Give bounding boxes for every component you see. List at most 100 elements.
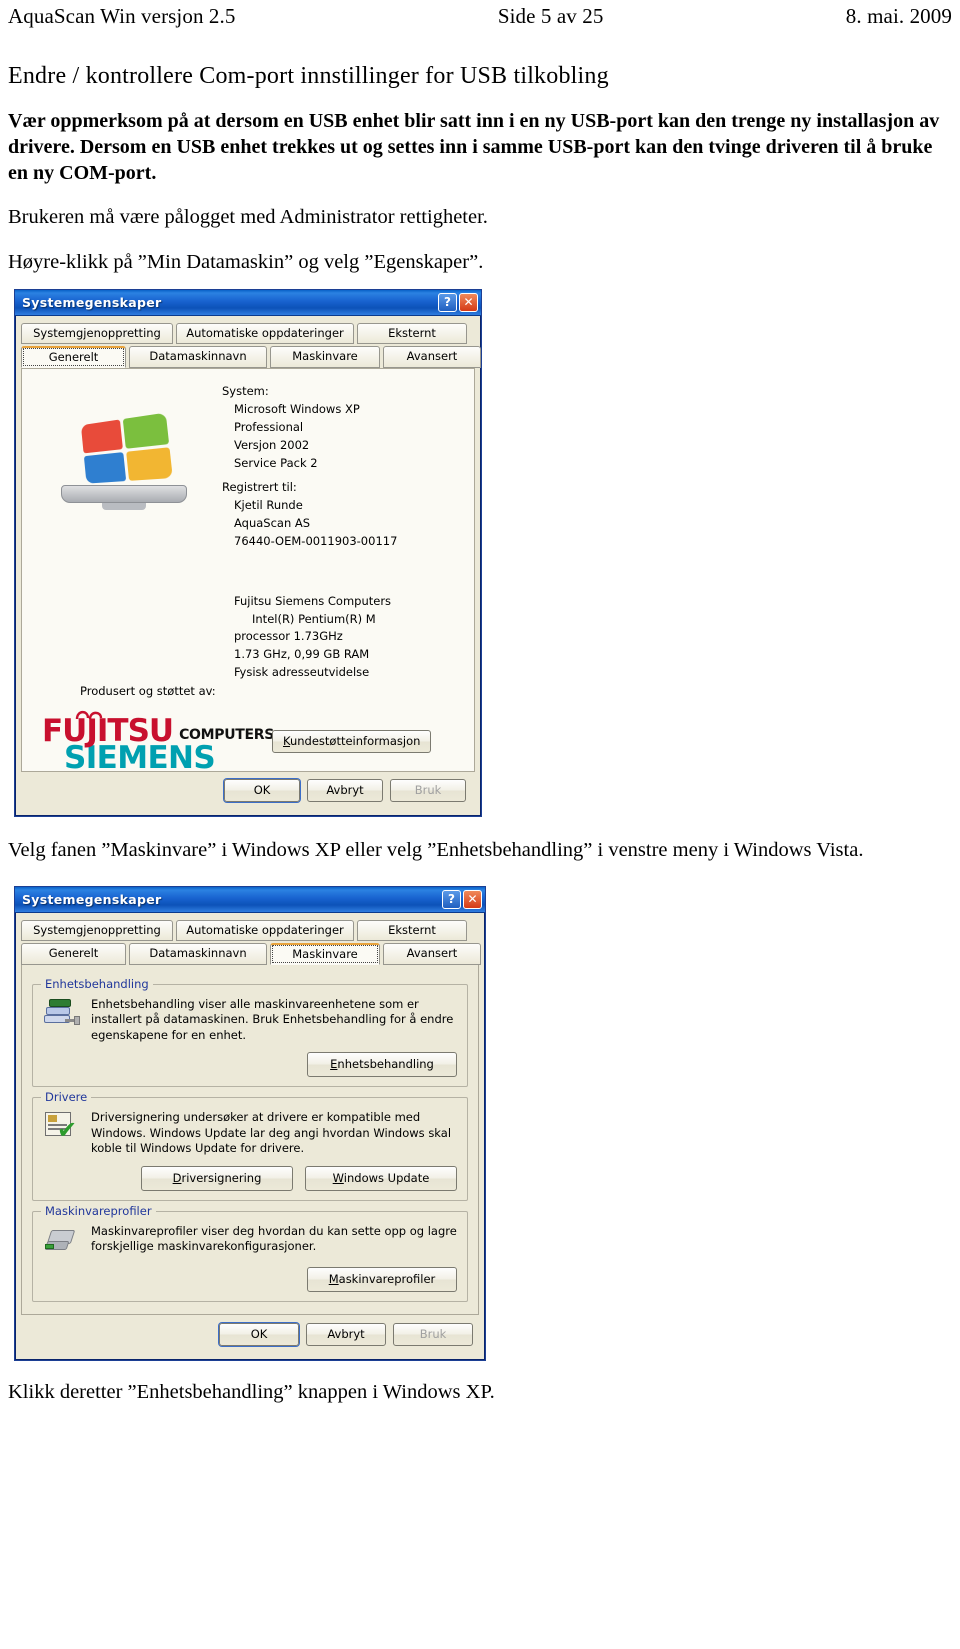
tab-generelt[interactable]: Generelt xyxy=(21,345,126,368)
windows-update-button[interactable]: Windows Update xyxy=(305,1165,457,1191)
dialog-general-client: Systemgjenoppretting Automatiske oppdate… xyxy=(15,316,481,816)
groupbox-drivere-buttons[interactable]: Driversignering Windows Update xyxy=(43,1165,457,1191)
fujitsu-row: FUJITSU COMPUTERS xyxy=(42,710,274,749)
page-title: Endre / kontrollere Com-port innstilling… xyxy=(8,63,609,89)
ok-button[interactable]: OK xyxy=(224,778,300,802)
tab-systemgjenoppretting[interactable]: Systemgjenoppretting xyxy=(21,322,173,344)
enhetsbehandling-button[interactable]: Enhetsbehandling xyxy=(307,1052,457,1078)
system-properties-hardware-dialog[interactable]: Systemegenskaper ? ✕ Systemgjenopprettin… xyxy=(14,885,486,1361)
dialog-general-footer[interactable]: OK Avbryt Bruk xyxy=(21,772,475,810)
groupbox-maskinvareprofiler-row: Maskinvareprofiler viser deg hvordan du … xyxy=(43,1224,457,1258)
dialog-hardware-window-buttons[interactable]: ? ✕ xyxy=(442,889,482,909)
registered-label: Registrert til: xyxy=(222,479,297,494)
apply-button: Bruk xyxy=(393,1322,473,1346)
system-line-3: Service Pack 2 xyxy=(234,455,318,470)
dialog-general-tabs-row2[interactable]: Generelt Datamaskinnavn Maskinvare Avans… xyxy=(21,345,481,368)
apply-button: Bruk xyxy=(390,778,466,802)
groupbox-enhetsbehandling: Enhetsbehandling Enhetsbehandling viser … xyxy=(32,976,468,1088)
support-button-label-rest: undestøtteinformasjon xyxy=(289,733,421,748)
registered-line-1: AquaScan AS xyxy=(234,516,311,531)
groupbox-maskinvareprofiler-buttons[interactable]: Maskinvareprofiler xyxy=(43,1266,457,1292)
enhetsbehandling-button-label-rest: nhetsbehandling xyxy=(337,1057,434,1072)
tab-generelt[interactable]: Generelt xyxy=(21,942,126,965)
close-icon[interactable]: ✕ xyxy=(459,292,478,312)
groupbox-drivere-row: ✔ Driversignering undersøker at drivere … xyxy=(43,1110,457,1157)
system-properties-general-dialog[interactable]: Systemegenskaper ? ✕ Systemgjenopprettin… xyxy=(14,288,482,817)
system-block: System: Microsoft Windows XP Professiona… xyxy=(222,383,464,473)
tab-eksternt[interactable]: Eksternt xyxy=(357,919,467,941)
tab-automatiske-oppdateringer[interactable]: Automatiske oppdateringer xyxy=(176,919,354,941)
dialog-hardware-client: Systemgjenoppretting Automatiske oppdate… xyxy=(15,913,485,1360)
step-clickbutton-paragraph: Klikk deretter ”Enhetsbehandling” knappe… xyxy=(8,1380,495,1403)
support-button-wrap[interactable]: Kundestøtteinformasjon xyxy=(272,729,432,753)
tab-eksternt[interactable]: Eksternt xyxy=(357,322,467,344)
groupbox-drivere-title: Drivere xyxy=(41,1090,92,1105)
monitor-icon xyxy=(61,484,187,503)
help-icon[interactable]: ? xyxy=(438,292,457,312)
groupbox-maskinvareprofiler: Maskinvareprofiler Maskinvareprofiler vi… xyxy=(32,1203,468,1302)
tab-avansert[interactable]: Avansert xyxy=(383,942,481,965)
tab-datamaskinnavn[interactable]: Datamaskinnavn xyxy=(129,942,267,965)
system-line-2: Versjon 2002 xyxy=(234,437,310,452)
step-selecttab-paragraph: Velg fanen ”Maskinvare” i Windows XP ell… xyxy=(8,838,864,861)
groupbox-enhetsbehandling-title: Enhetsbehandling xyxy=(41,976,153,991)
close-icon[interactable]: ✕ xyxy=(463,889,482,909)
dialog-general-window-buttons[interactable]: ? ✕ xyxy=(438,292,478,312)
manufacturer-line-4: Fysisk adresseutvidelse xyxy=(234,665,370,680)
groupbox-drivere-text: Driversignering undersøker at drivere er… xyxy=(91,1110,452,1156)
registered-block: Registrert til: Kjetil Runde AquaScan AS… xyxy=(222,479,464,551)
general-right-column: System: Microsoft Windows XP Professiona… xyxy=(216,383,464,761)
admin-note-paragraph: Brukeren må være pålogget med Administra… xyxy=(8,206,488,228)
groupbox-drivere: Drivere ✔ Driversignering undersøker at … xyxy=(32,1090,468,1201)
hardware-profiles-icon xyxy=(43,1224,81,1258)
system-label: System: xyxy=(222,383,269,398)
maskinvareprofiler-button[interactable]: Maskinvareprofiler xyxy=(307,1266,457,1292)
dialog-hardware-tabs-row2[interactable]: Generelt Datamaskinnavn Maskinvare Avans… xyxy=(21,942,481,965)
fujitsu-siemens-logo-icon: FUJITSU COMPUTERS SIEMENS xyxy=(42,710,274,774)
step-rightclick-paragraph: Høyre-klikk på ”Min Datamaskin” og velg … xyxy=(8,251,484,274)
cancel-button[interactable]: Avbryt xyxy=(306,1322,386,1346)
dialog-hardware-title: Systemegenskaper xyxy=(22,891,162,907)
dialog-hardware-titlebar[interactable]: Systemegenskaper ? ✕ xyxy=(15,886,485,913)
tab-systemgjenoppretting[interactable]: Systemgjenoppretting xyxy=(21,919,173,941)
dialog-hardware-tabs-row1[interactable]: Systemgjenoppretting Automatiske oppdate… xyxy=(21,919,479,941)
groupbox-enhetsbehandling-text: Enhetsbehandling viser alle maskinvareen… xyxy=(91,996,454,1042)
fujitsu-wordmark: FUJITSU xyxy=(42,712,174,749)
hardware-tab-page: Enhetsbehandling Enhetsbehandling viser … xyxy=(21,964,479,1315)
header-app-version: AquaScan Win versjon 2.5 xyxy=(8,4,236,28)
ok-button[interactable]: OK xyxy=(219,1322,299,1346)
tab-automatiske-oppdateringer[interactable]: Automatiske oppdateringer xyxy=(176,322,354,344)
general-tab-page: System: Microsoft Windows XP Professiona… xyxy=(21,367,475,774)
driversignering-button[interactable]: Driversignering xyxy=(141,1165,293,1191)
warning-paragraph: Vær oppmerksom på at dersom en USB enhet… xyxy=(8,110,940,184)
page-header: AquaScan Win versjon 2.5 Side 5 av 25 8.… xyxy=(0,0,960,29)
windows-flag-icon xyxy=(80,412,173,484)
header-date: 8. mai. 2009 xyxy=(845,4,952,28)
dialog-hardware-footer[interactable]: OK Avbryt Bruk xyxy=(21,1314,479,1354)
dialog-general-titlebar[interactable]: Systemegenskaper ? ✕ xyxy=(15,289,481,316)
system-line-1: Professional xyxy=(234,420,304,435)
cancel-button[interactable]: Avbryt xyxy=(307,778,383,802)
dialog-general-tabs-row1[interactable]: Systemgjenoppretting Automatiske oppdate… xyxy=(21,322,475,344)
tab-avansert[interactable]: Avansert xyxy=(383,345,481,368)
device-manager-icon xyxy=(43,997,81,1031)
groupbox-enhetsbehandling-buttons[interactable]: Enhetsbehandling xyxy=(43,1052,457,1078)
tab-datamaskinnavn[interactable]: Datamaskinnavn xyxy=(129,345,267,368)
windows-xp-logo-icon xyxy=(58,412,190,510)
monitor-stand-icon xyxy=(102,502,146,510)
general-left-column xyxy=(32,383,216,761)
tab-maskinvare[interactable]: Maskinvare xyxy=(270,942,380,965)
help-icon[interactable]: ? xyxy=(442,889,461,909)
manufacturer-line-0: Fujitsu Siemens Computers xyxy=(234,593,392,608)
kundestotteinformasjon-button[interactable]: Kundestøtteinformasjon xyxy=(272,729,432,753)
groupbox-maskinvareprofiler-text: Maskinvareprofiler viser deg hvordan du … xyxy=(91,1223,457,1254)
groupbox-maskinvareprofiler-title: Maskinvareprofiler xyxy=(41,1203,156,1218)
system-line-0: Microsoft Windows XP xyxy=(234,402,360,417)
maskinvareprofiler-button-label-rest: askinvareprofiler xyxy=(338,1271,436,1286)
header-page-number: Side 5 av 25 xyxy=(497,4,604,28)
fujitsu-arcs-icon xyxy=(75,710,103,719)
groupbox-enhetsbehandling-row: Enhetsbehandling viser alle maskinvareen… xyxy=(43,997,457,1044)
tab-maskinvare[interactable]: Maskinvare xyxy=(270,345,380,368)
manufacturer-label: Produsert og støttet av: xyxy=(80,683,216,698)
dialog-general-title: Systemegenskaper xyxy=(22,294,162,310)
